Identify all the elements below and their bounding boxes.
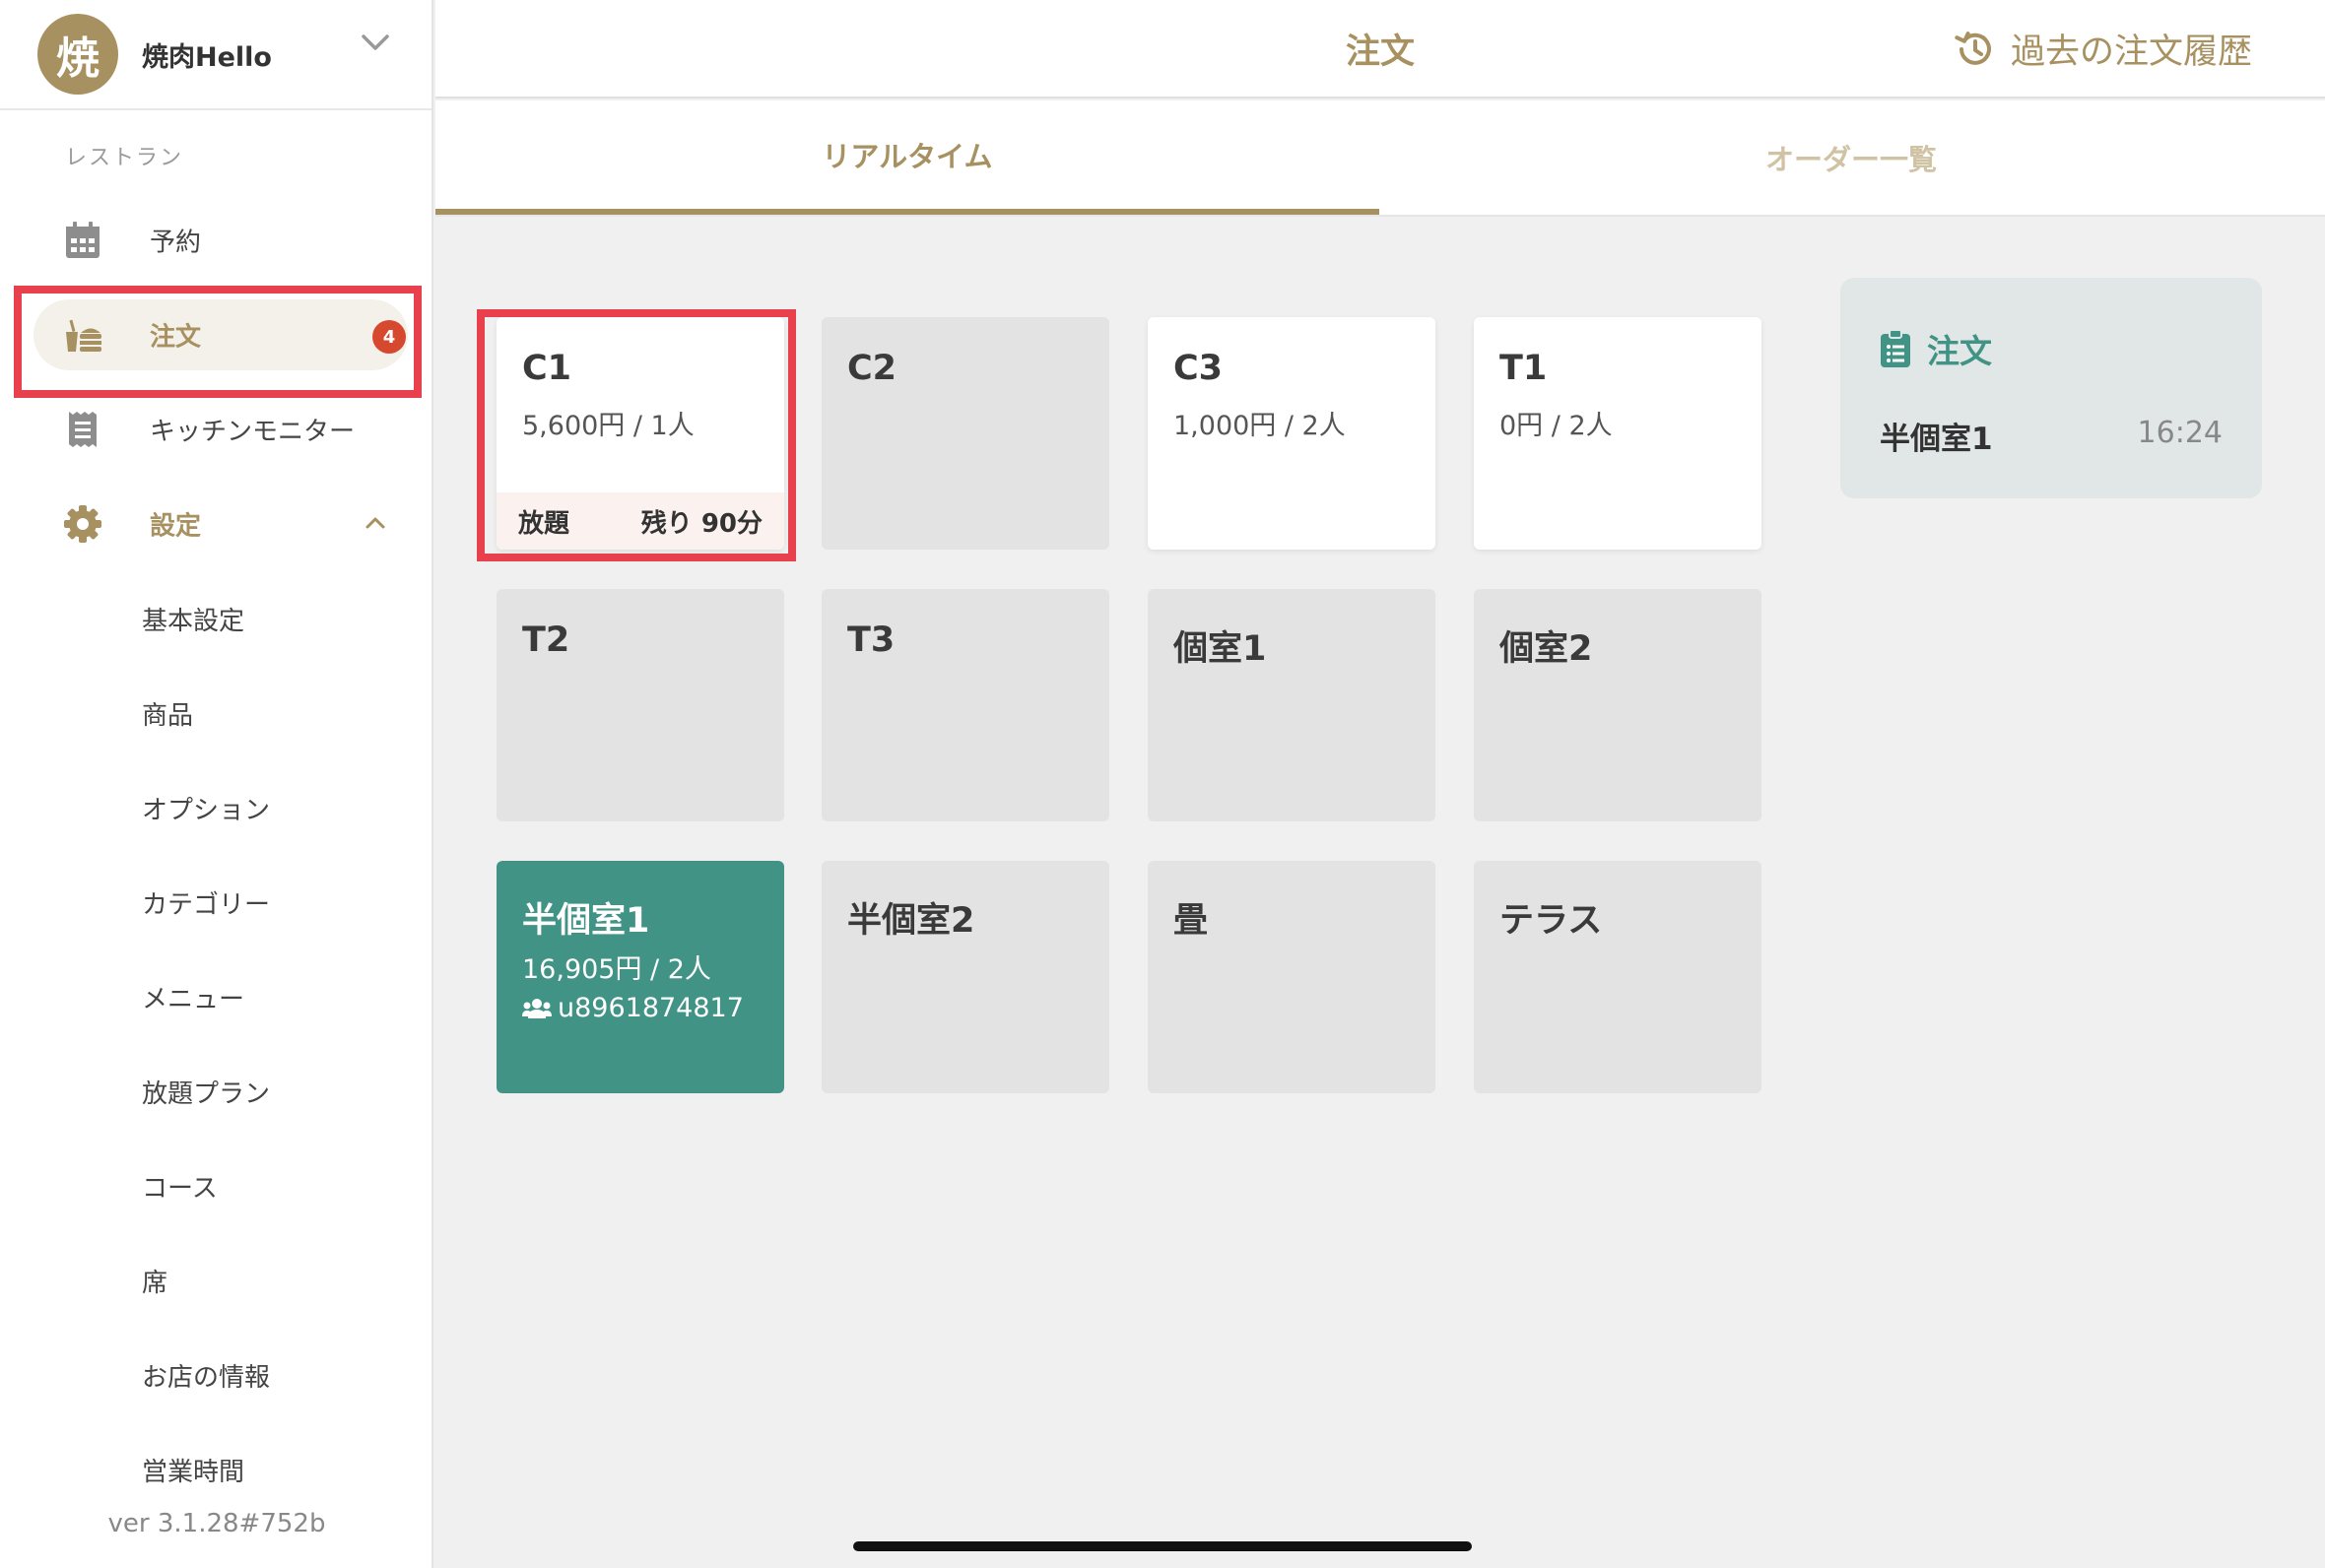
section-label-restaurant: レストラン (65, 146, 184, 170)
sidebar-item-order[interactable]: 注文 (33, 299, 408, 370)
plan-label: 放題 (518, 508, 570, 539)
chevron-down-icon[interactable] (355, 22, 396, 63)
table-name: テラス (1499, 901, 1603, 941)
top-bar: 注文 過去の注文履歴 (435, 0, 2325, 98)
restaurant-switcher[interactable]: 焼 焼肉Hello (0, 0, 432, 110)
table-card-c1[interactable]: C1 5,600円 / 1人 放題 残り 90分 (497, 317, 784, 550)
receipt-icon (61, 408, 104, 451)
table-amount: 5,600円 / 1人 (522, 411, 695, 441)
table-name: 半個室2 (847, 901, 975, 941)
table-card-c3[interactable]: C3 1,000円 / 2人 (1148, 317, 1435, 550)
gear-icon (61, 502, 104, 546)
sidebar-item-label: 注文 (150, 322, 202, 353)
home-indicator[interactable] (853, 1541, 1472, 1551)
sidebar-item-kitchen-monitor[interactable]: キッチンモニター (0, 394, 433, 465)
app-version: ver 3.1.28#752b (107, 1509, 326, 1538)
clipboard-icon (1881, 329, 1910, 367)
table-card-semi-private-1[interactable]: 半個室1 16,905円 / 2人 u8961874817 (497, 861, 784, 1093)
table-name: C1 (522, 349, 572, 388)
table-card-private-1[interactable]: 個室1 (1148, 589, 1435, 821)
tab-order-list[interactable]: オーダー一覧 (1379, 100, 2323, 215)
settings-item-course[interactable]: コース (142, 1168, 218, 1205)
plan-status: 放題 残り 90分 (497, 492, 784, 550)
settings-item-all-you-can-plan[interactable]: 放題プラン (142, 1074, 270, 1110)
table-name: 個室1 (1173, 629, 1267, 669)
settings-item-business-hours[interactable]: 営業時間 (142, 1452, 244, 1488)
settings-item-shop-info[interactable]: お店の情報 (142, 1357, 270, 1394)
order-history-label: 過去の注文履歴 (2010, 33, 2252, 72)
tab-realtime[interactable]: リアルタイム (435, 100, 1379, 215)
settings-item-seats[interactable]: 席 (142, 1263, 167, 1299)
calendar-icon (61, 219, 104, 262)
settings-item-basic[interactable]: 基本設定 (142, 601, 244, 637)
table-card-t2[interactable]: T2 (497, 589, 784, 821)
restaurant-name: 焼肉Hello (142, 41, 272, 73)
table-name: C2 (847, 349, 897, 388)
table-card-semi-private-2[interactable]: 半個室2 (822, 861, 1109, 1093)
sidebar-item-reservation[interactable]: 予約 (0, 205, 433, 276)
table-card-private-2[interactable]: 個室2 (1474, 589, 1761, 821)
sidebar-item-label: キッチンモニター (150, 417, 356, 447)
order-panel-header: 注文 (1880, 325, 1992, 372)
avatar: 焼 (37, 14, 118, 95)
table-user-id: u8961874817 (558, 993, 744, 1023)
table-card-t1[interactable]: T1 0円 / 2人 (1474, 317, 1761, 550)
sidebar-item-label: 設定 (150, 511, 202, 542)
order-table-name[interactable]: 半個室1 (1880, 414, 1993, 458)
chevron-up-icon[interactable] (361, 508, 390, 538)
table-card-c2[interactable]: C2 (822, 317, 1109, 550)
table-card-terrace[interactable]: テラス (1474, 861, 1761, 1093)
table-name: 半個室1 (522, 901, 650, 941)
order-count-badge: 4 (372, 320, 406, 354)
sidebar-item-label: 予約 (150, 228, 202, 258)
table-amount: 1,000円 / 2人 (1173, 411, 1346, 441)
table-name: T3 (847, 621, 896, 660)
order-panel-title: 注文 (1927, 332, 1992, 370)
settings-item-menu[interactable]: メニュー (142, 979, 244, 1015)
view-tabs: リアルタイム オーダー一覧 (435, 100, 2325, 217)
settings-item-category[interactable]: カテゴリー (142, 884, 270, 921)
sidebar: 焼 焼肉Hello レストラン 予約 注文 4 キッチンモニター 設定 基本設定… (0, 0, 433, 1568)
settings-item-options[interactable]: オプション (142, 790, 270, 826)
table-amount: 0円 / 2人 (1499, 411, 1613, 441)
users-icon (522, 998, 552, 1018)
table-name: T1 (1499, 349, 1548, 388)
table-name: 個室2 (1499, 629, 1593, 669)
table-user: u8961874817 (522, 993, 744, 1023)
order-time: 16:24 (2137, 416, 2223, 450)
settings-item-products[interactable]: 商品 (142, 695, 193, 732)
order-history-link[interactable]: 過去の注文履歴 (1954, 24, 2252, 74)
order-basket-icon (61, 313, 104, 357)
table-name: C3 (1173, 349, 1224, 388)
table-card-t3[interactable]: T3 (822, 589, 1109, 821)
table-amount: 16,905円 / 2人 (522, 954, 711, 985)
new-order-panel: 注文 半個室1 16:24 (1840, 278, 2262, 498)
history-icon (1955, 31, 1991, 65)
table-name: 畳 (1173, 901, 1209, 941)
table-name: T2 (522, 621, 570, 660)
table-card-tatami[interactable]: 畳 (1148, 861, 1435, 1093)
plan-remaining: 残り 90分 (640, 508, 763, 539)
